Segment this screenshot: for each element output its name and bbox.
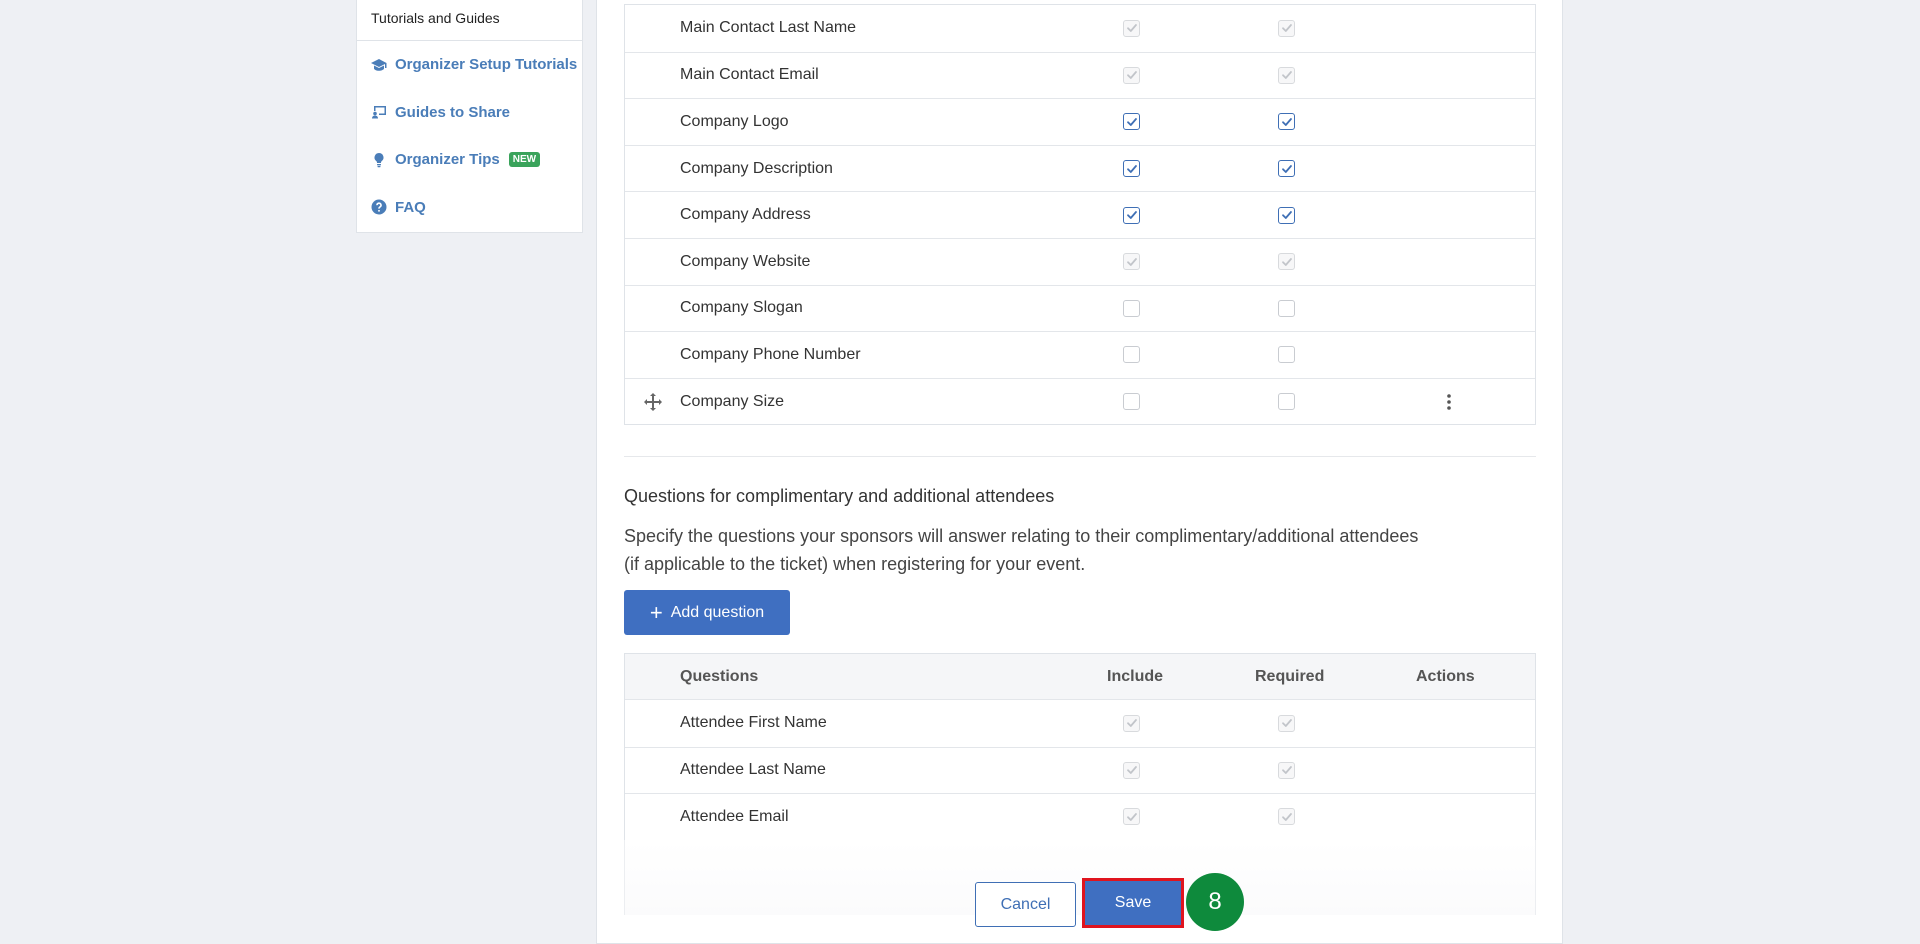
required-checkbox (1278, 19, 1295, 37)
table-row: Company Size (625, 377, 1535, 425)
sidebar-item-label: Organizer Tips (395, 151, 500, 169)
section-divider (624, 456, 1536, 457)
sidebar-item-label: Guides to Share (395, 103, 511, 121)
drag-handle-icon[interactable] (643, 392, 663, 412)
question-label: Company Address (680, 206, 811, 224)
more-actions-icon[interactable] (1442, 392, 1456, 412)
save-button[interactable]: Save (1085, 881, 1181, 925)
include-checkbox[interactable] (1123, 206, 1140, 224)
tutorials-sidebar: Tutorials and Guides Organizer Setup Tut… (356, 0, 583, 233)
sidebar-item-label: Organizer Setup Tutorials (395, 56, 578, 74)
question-label: Main Contact Email (680, 66, 819, 84)
include-checkbox[interactable] (1123, 299, 1140, 317)
table-row: Attendee Email (625, 793, 1535, 840)
cancel-button[interactable]: Cancel (975, 882, 1076, 927)
question-circle-icon (371, 199, 387, 215)
add-question-label: Add question (670, 603, 765, 621)
question-label: Company Phone Number (680, 345, 861, 363)
attendee-questions-table: Questions Include Required Actions Atten… (624, 653, 1536, 841)
table-row: Attendee Last Name (625, 746, 1535, 794)
required-checkbox[interactable] (1278, 393, 1295, 411)
plus-icon: + (649, 599, 663, 625)
question-label: Company Logo (680, 112, 789, 130)
sidebar-item-guides-to-share[interactable]: Guides to Share (357, 89, 582, 137)
column-header-questions: Questions (680, 667, 759, 685)
required-checkbox (1278, 253, 1295, 271)
question-label: Main Contact Last Name (680, 19, 857, 37)
include-checkbox (1123, 808, 1140, 826)
graduation-cap-icon (371, 57, 387, 73)
required-checkbox[interactable] (1278, 346, 1295, 364)
attendee-section-title: Questions for complimentary and addition… (624, 486, 1055, 506)
table-row: Company Address (625, 191, 1535, 238)
sidebar-item-organizer-tips[interactable]: Organizer Tips NEW (357, 136, 582, 184)
sidebar-item-organizer-setup-tutorials[interactable]: Organizer Setup Tutorials (357, 41, 582, 89)
main-card: Main Contact Last Name Main Contact Email… (596, 0, 1563, 944)
question-label: Company Size (680, 392, 785, 410)
table-row: Company Website (625, 237, 1535, 285)
required-checkbox[interactable] (1278, 113, 1295, 131)
include-checkbox (1123, 714, 1140, 732)
table-row: Company Logo (625, 98, 1535, 145)
sponsor-questions-table: Main Contact Last Name Main Contact Email… (624, 4, 1536, 426)
table-row: Main Contact Last Name (625, 5, 1535, 52)
include-checkbox (1123, 253, 1140, 271)
question-label: Company Description (680, 159, 833, 177)
include-checkbox[interactable] (1123, 113, 1140, 131)
attendee-section-description: Specify the questions your sponsors will… (624, 526, 1419, 574)
table-row: Company Slogan (625, 284, 1535, 332)
question-label: Attendee First Name (680, 714, 827, 732)
footer-bar (624, 840, 1536, 915)
required-checkbox (1278, 714, 1295, 732)
required-checkbox[interactable] (1278, 206, 1295, 224)
table-row: Attendee First Name (625, 700, 1535, 747)
required-checkbox (1278, 808, 1295, 826)
column-header-required: Required (1255, 667, 1325, 685)
new-badge: NEW (508, 152, 541, 168)
save-highlight-box: Save (1082, 878, 1184, 928)
table-row: Company Description (625, 144, 1535, 192)
table-row: Main Contact Email (625, 51, 1535, 99)
required-checkbox[interactable] (1278, 299, 1295, 317)
sidebar-title: Tutorials and Guides (357, 0, 582, 41)
column-header-include: Include (1107, 667, 1164, 685)
include-checkbox (1123, 761, 1140, 779)
include-checkbox[interactable] (1123, 346, 1140, 364)
question-label: Company Website (680, 252, 811, 270)
table-row: Company Phone Number (625, 331, 1535, 378)
include-checkbox (1123, 19, 1140, 37)
include-checkbox (1123, 66, 1140, 84)
required-checkbox (1278, 761, 1295, 779)
column-header-actions: Actions (1416, 667, 1475, 685)
required-checkbox[interactable] (1278, 160, 1295, 178)
include-checkbox[interactable] (1123, 160, 1140, 178)
table-header: Questions Include Required Actions (625, 654, 1535, 700)
question-label: Attendee Email (680, 807, 789, 825)
question-label: Company Slogan (680, 299, 803, 317)
add-question-button[interactable]: + Add question (624, 590, 790, 635)
step-number-badge: 8 (1186, 873, 1244, 931)
include-checkbox[interactable] (1123, 393, 1140, 411)
sidebar-item-label: FAQ (395, 198, 426, 216)
required-checkbox (1278, 66, 1295, 84)
question-label: Attendee Last Name (680, 761, 826, 779)
share-screen-icon (371, 104, 387, 120)
lightbulb-icon (371, 152, 387, 168)
sidebar-item-faq[interactable]: FAQ (357, 184, 582, 232)
